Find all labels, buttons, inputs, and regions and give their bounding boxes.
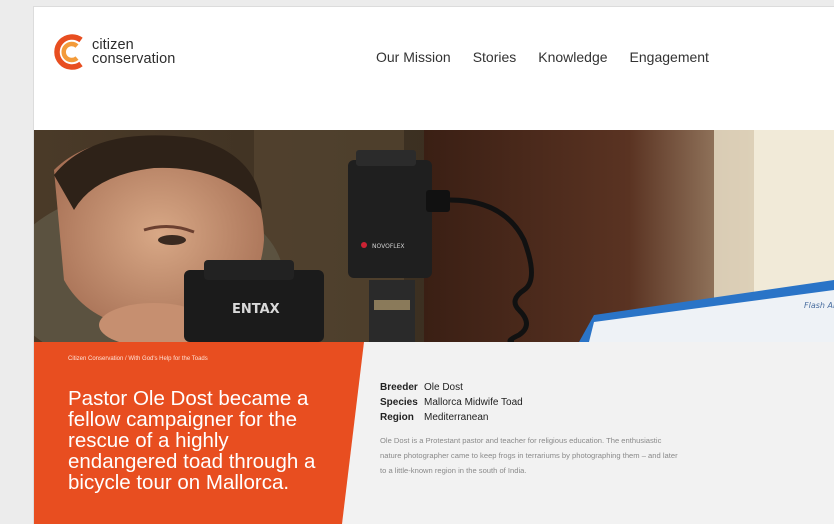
fact-value: Mediterranean [424,412,489,423]
story-facts: Breeder Ole Dost Species Mallorca Midwif… [380,380,523,425]
story-description: Ole Dost is a Protestant pastor and teac… [380,436,678,475]
nav-engagement[interactable]: Engagement [630,49,709,65]
fact-breeder: Breeder Ole Dost [380,380,523,395]
hero-photo: ENTAX NOVOFLEX Flash Art [34,130,834,342]
fact-region: Region Mediterranean [380,410,523,425]
story-section: Citizen Conservation / With God's Help f… [34,342,834,524]
nav-our-mission[interactable]: Our Mission [376,49,451,65]
brand-name-line2: conservation [92,51,176,67]
photo-illustration: ENTAX NOVOFLEX Flash Art [34,130,834,342]
fact-key: Region [380,412,414,423]
flash-brand-text: NOVOFLEX [372,243,405,250]
fact-value: Mallorca Midwife Toad [424,397,523,408]
fact-species: Species Mallorca Midwife Toad [380,395,523,410]
story-headline: Pastor Ole Dost became a fellow campaign… [68,387,316,494]
breadcrumb[interactable]: Citizen Conservation / With God's Help f… [68,356,208,362]
main-nav: Our Mission Stories Knowledge Engagement [376,49,709,65]
brand-logo[interactable]: citizen conservation [54,33,175,71]
cc-logo-icon [54,34,83,70]
fact-key: Species [380,397,418,408]
camera-brand-text: ENTAX [232,302,280,317]
monitor-text: Flash Art [804,301,834,310]
nav-knowledge[interactable]: Knowledge [538,49,607,65]
page: citizen conservation Our Mission Stories… [34,7,834,524]
fact-key: Breeder [380,382,418,393]
nav-stories[interactable]: Stories [473,49,517,65]
brand-name: citizen conservation [92,37,176,67]
brand-name-line1: citizen [92,37,134,53]
fact-value: Ole Dost [424,382,463,393]
